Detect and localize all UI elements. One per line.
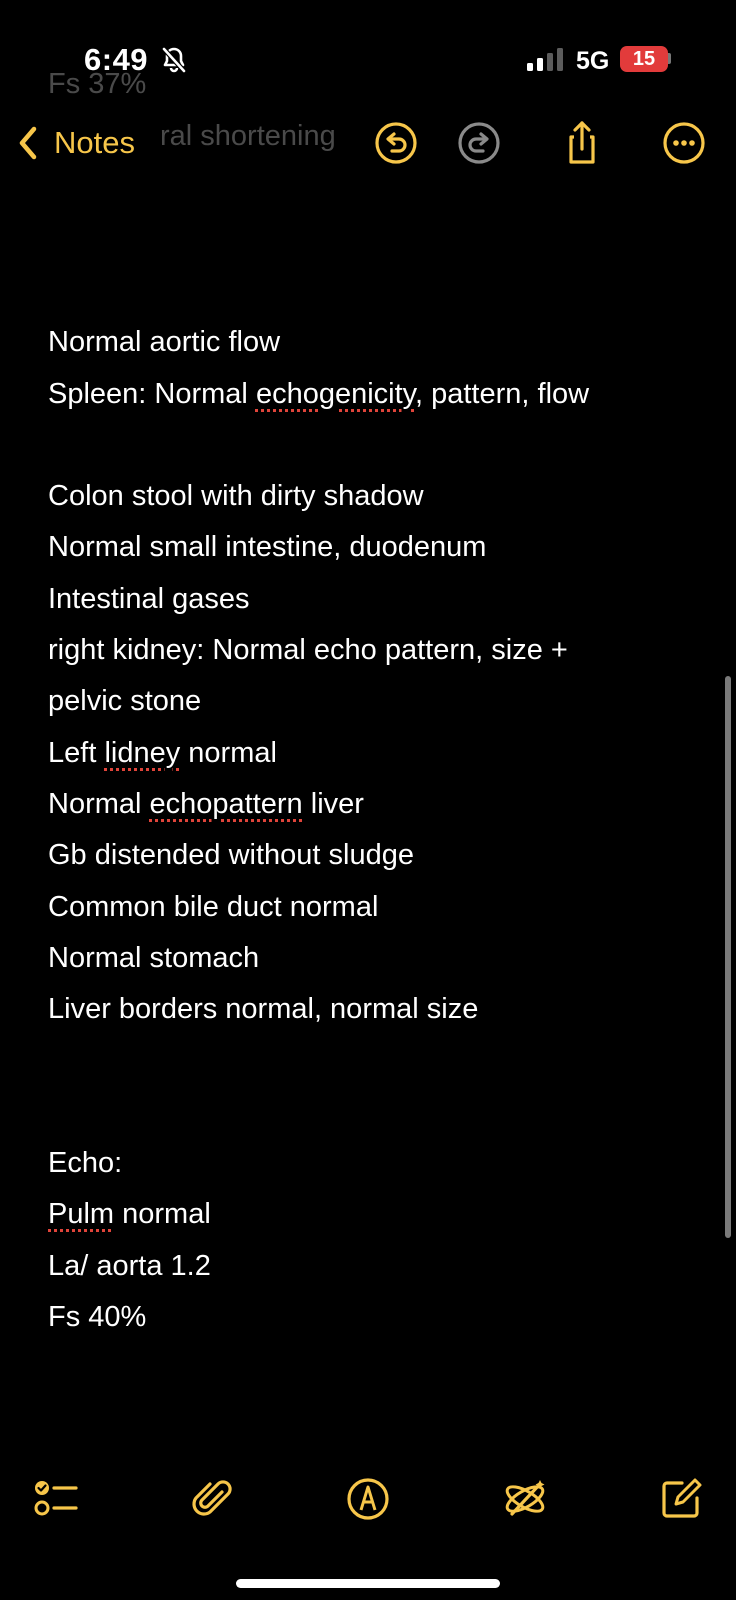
misspelled-word[interactable]: echogenicity (256, 378, 415, 410)
note-line: Fs 40% (48, 1300, 147, 1333)
more-icon (663, 122, 705, 164)
writing-tools-button[interactable] (500, 1474, 550, 1524)
cellular-signal-icon (527, 48, 563, 71)
compose-icon (662, 1478, 702, 1518)
note-line: Normal stomach (48, 941, 260, 974)
note-line: Normal small intestine, duodenum (48, 531, 487, 564)
home-indicator[interactable] (236, 1579, 500, 1588)
note-line: Echo: (48, 1147, 123, 1180)
misspelled-word[interactable]: echopattern (150, 788, 303, 820)
note-line: right kidney: Normal echo pattern, size … (48, 634, 568, 667)
note-blank-line (48, 1035, 698, 1086)
status-bar: 6:49 5G 15 (0, 0, 736, 110)
misspelled-word[interactable]: Pulm (48, 1198, 114, 1230)
writing-tools-icon (505, 1480, 545, 1516)
more-button[interactable] (659, 118, 709, 168)
note-line: Intestinal gases (48, 582, 250, 615)
ghost-text-line: ral shortening (160, 120, 336, 152)
note-line: Liver borders normal, normal size (48, 993, 479, 1026)
note-blank-line (48, 1087, 698, 1138)
back-button[interactable]: Notes (14, 120, 135, 166)
note-line: Left lidney normal (48, 736, 277, 769)
share-icon (569, 121, 595, 164)
note-line: Common bile duct normal (48, 890, 379, 923)
status-time: 6:49 (84, 42, 149, 77)
redo-icon (458, 122, 500, 164)
undo-icon (375, 122, 417, 164)
note-blank-line (48, 420, 698, 471)
back-label: Notes (54, 125, 135, 160)
chevron-left-icon (19, 126, 37, 160)
note-blank-line (48, 266, 698, 317)
note-line: Pulm normal (48, 1198, 211, 1231)
misspelled-word[interactable]: lidney (104, 737, 180, 769)
markup-button[interactable] (343, 1474, 393, 1524)
note-line: Colon stool with dirty shadow (48, 480, 424, 513)
battery-cap (668, 53, 671, 64)
scrollbar[interactable] (725, 676, 731, 1238)
note-line: Spleen: Normal echogenicity, pattern, fl… (48, 377, 590, 410)
note-line: Normal echopattern liver (48, 787, 364, 820)
checklist-button[interactable] (32, 1474, 82, 1524)
attachment-icon (192, 1480, 232, 1516)
checklist-icon (34, 1481, 78, 1516)
compose-button[interactable] (656, 1474, 706, 1524)
attachment-button[interactable] (188, 1474, 238, 1524)
redo-button[interactable] (454, 118, 504, 168)
note-body[interactable]: Normal aortic flow Spleen: Normal echogen… (48, 266, 698, 1343)
note-line: pelvic stone (48, 685, 202, 718)
battery-icon: 15 (620, 46, 668, 72)
network-type: 5G (576, 47, 610, 75)
share-button[interactable] (557, 118, 607, 168)
note-line: Gb distended without sludge (48, 839, 414, 872)
undo-button[interactable] (371, 118, 421, 168)
note-line: Normal aortic flow (48, 326, 281, 359)
note-line: La/ aorta 1.2 (48, 1249, 211, 1282)
silent-bell-icon (162, 47, 186, 73)
markup-icon (347, 1478, 389, 1520)
